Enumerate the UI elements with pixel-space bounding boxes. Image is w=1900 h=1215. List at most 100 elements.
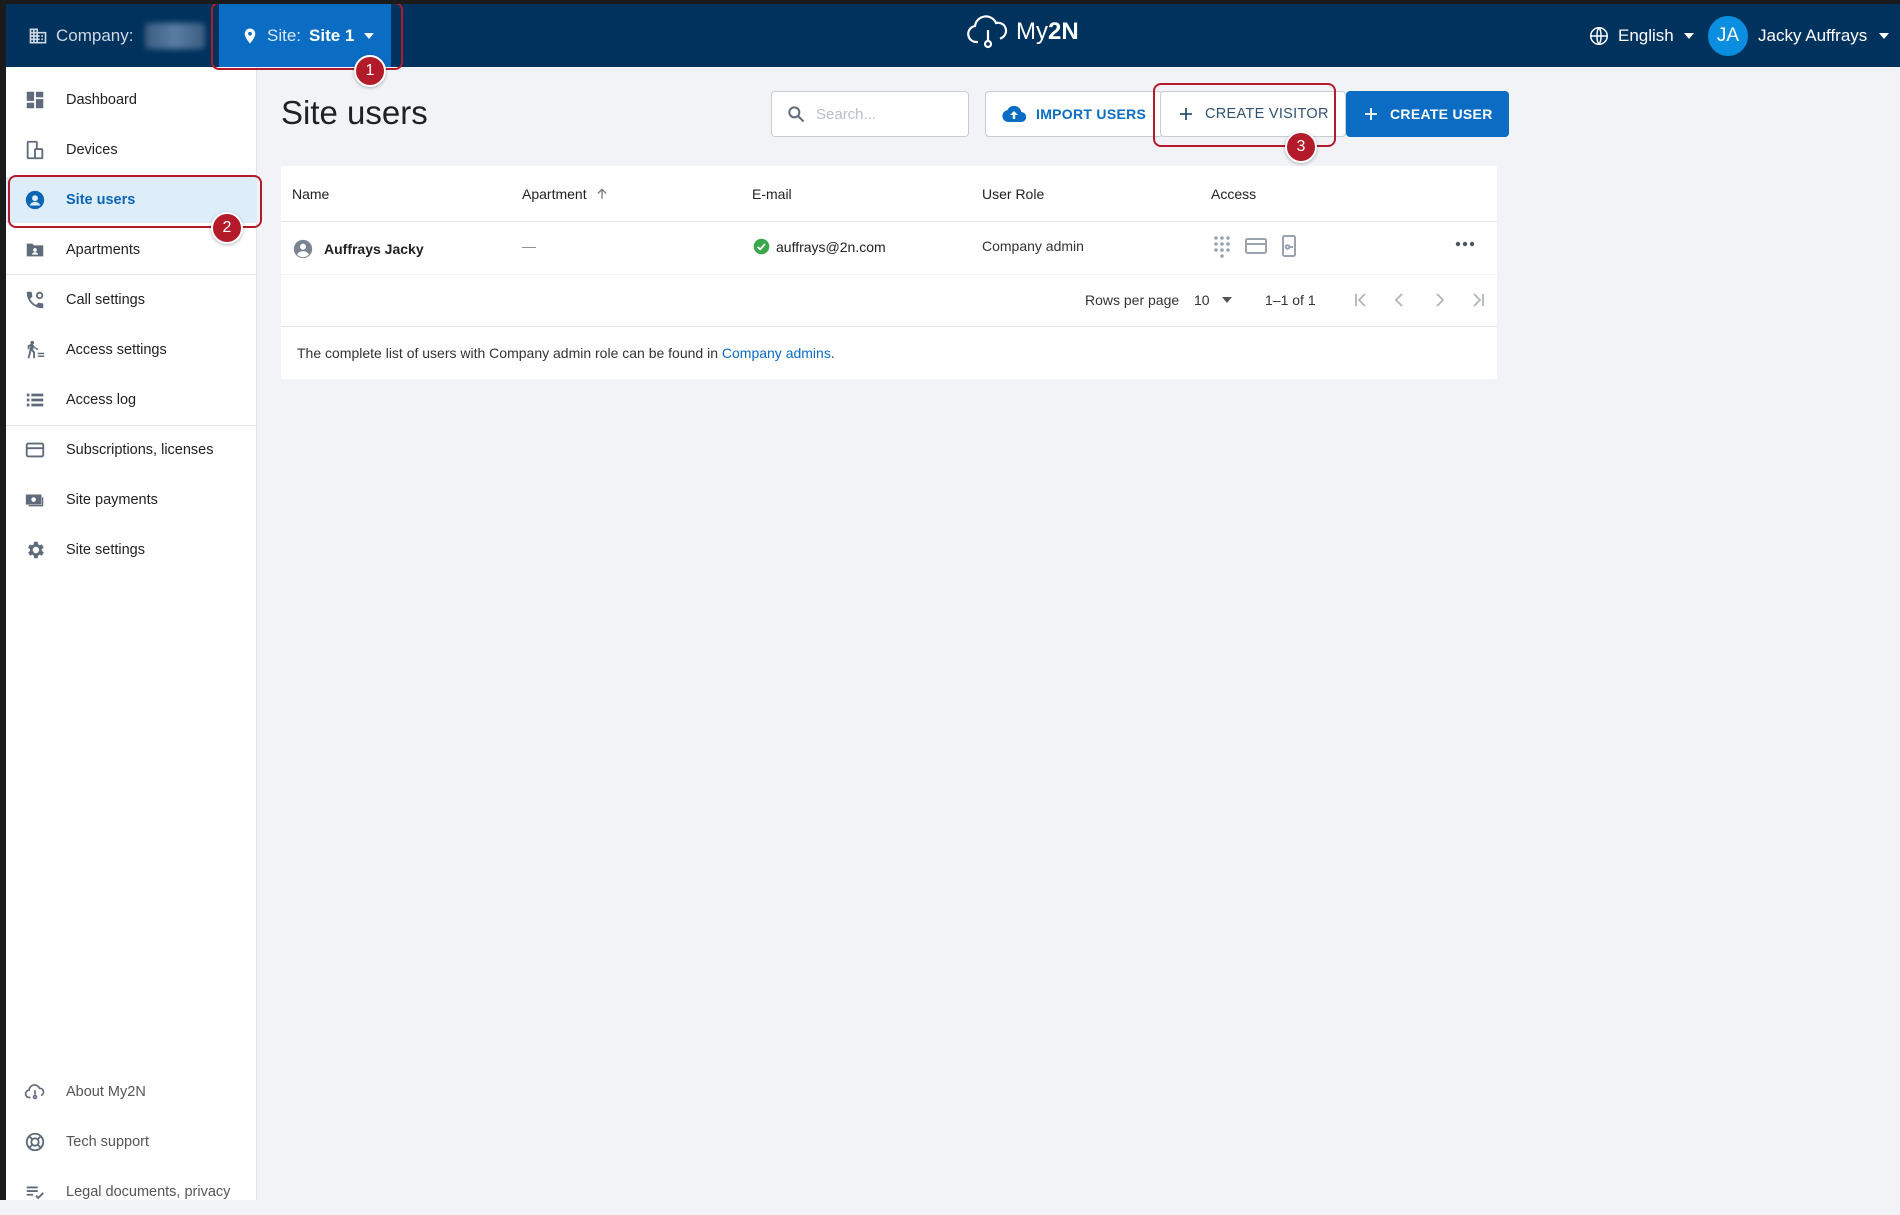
avatar: JA <box>1708 15 1748 56</box>
user-name: Jacky Auffrays <box>1758 25 1868 45</box>
sidebar-item-label: Call settings <box>66 292 145 308</box>
sidebar-divider <box>6 274 257 275</box>
create-user-button[interactable]: CREATE USER <box>1346 91 1509 137</box>
last-page-icon[interactable] <box>1466 288 1490 312</box>
sidebar-item-label: Site settings <box>66 542 145 558</box>
import-users-label: IMPORT USERS <box>1036 106 1147 122</box>
logo-text-2n: 2N <box>1048 18 1079 45</box>
annotation-badge-2: 2 <box>211 212 243 244</box>
sidebar-item-label: Site payments <box>66 492 158 508</box>
import-users-button[interactable]: IMPORT USERS <box>985 91 1164 137</box>
sidebar-item-label: Access settings <box>66 342 167 358</box>
column-header-access[interactable]: Access <box>1211 186 1256 202</box>
logo-text-my: My <box>1016 18 1048 45</box>
sidebar-item-devices[interactable]: Devices <box>6 127 257 173</box>
company-admins-link[interactable]: Company admins <box>722 345 831 361</box>
apartments-icon <box>26 243 44 257</box>
sidebar-item-label: Devices <box>66 142 118 158</box>
annotation-badge-1: 1 <box>354 55 386 87</box>
create-visitor-button[interactable]: CREATE VISITOR <box>1160 91 1346 137</box>
prev-page-icon[interactable] <box>1388 288 1412 312</box>
first-page-icon[interactable] <box>1349 288 1373 312</box>
column-header-apartment[interactable]: Apartment <box>522 186 609 202</box>
company-name-blurred <box>145 22 206 49</box>
keypad-icon <box>1214 236 1230 258</box>
sidebar-item-access-log[interactable]: Access log <box>6 377 257 423</box>
chevron-down-icon <box>1221 297 1232 303</box>
table-cell-name[interactable]: Auffrays Jacky <box>292 238 424 260</box>
site-value: Site 1 <box>309 25 355 45</box>
sidebar-item-site-payments[interactable]: Site payments <box>6 477 257 523</box>
chevron-down-icon <box>364 32 375 39</box>
site-label: Site: <box>267 25 302 45</box>
row-divider <box>281 274 1497 275</box>
create-visitor-label: CREATE VISITOR <box>1205 106 1329 122</box>
column-header-email[interactable]: E-mail <box>752 186 792 202</box>
pagination-range: 1–1 of 1 <box>1265 292 1316 308</box>
sidebar-item-dashboard[interactable]: Dashboard <box>6 77 257 123</box>
footnote-end: . <box>830 345 835 361</box>
location-pin-icon <box>244 28 256 43</box>
call-settings-icon <box>26 291 44 309</box>
gear-icon <box>28 541 44 559</box>
sidebar-item-label: Subscriptions, licenses <box>66 442 214 458</box>
column-header-apartment-label: Apartment <box>522 186 587 202</box>
site-payments-icon <box>25 494 44 507</box>
building-icon <box>29 28 47 43</box>
email-value: auffrays@2n.com <box>776 238 886 255</box>
devices-icon <box>26 140 44 160</box>
cloud-upload-icon <box>1002 105 1026 123</box>
rows-per-page-label: Rows per page <box>1085 292 1180 308</box>
company-admins-note: The complete list of users with Company … <box>297 345 835 361</box>
site-users-icon <box>25 190 45 210</box>
sidebar-item-label: Legal documents, privacy <box>66 1184 231 1200</box>
dashboard-icon <box>26 91 44 109</box>
next-page-icon[interactable] <box>1427 288 1451 312</box>
annotation-badge-3: 3 <box>1285 131 1317 163</box>
access-log-icon <box>26 393 44 407</box>
top-bar: Company: Site: Site 1 My2N English JA Ja… <box>6 4 1900 67</box>
more-horizontal-icon <box>1455 241 1475 247</box>
table-cell-apartment: — <box>522 238 536 254</box>
chevron-down-icon <box>1683 32 1694 39</box>
search-icon <box>788 106 805 123</box>
company-selector[interactable]: Company: <box>28 4 206 67</box>
sidebar-item-subscriptions[interactable]: Subscriptions, licenses <box>6 427 257 473</box>
subscriptions-icon <box>25 442 45 458</box>
verified-check-icon <box>753 238 770 255</box>
cloud-icon <box>24 1084 45 1100</box>
sidebar-item-access-settings[interactable]: Access settings <box>6 327 257 373</box>
sidebar-item-label: Access log <box>66 392 137 408</box>
sidebar-item-tech-support[interactable]: Tech support <box>6 1119 257 1165</box>
create-user-label: CREATE USER <box>1390 106 1493 122</box>
column-header-user-role[interactable]: User Role <box>982 186 1044 202</box>
mobile-key-icon <box>1282 235 1296 257</box>
search-box[interactable] <box>771 91 969 137</box>
header-divider <box>281 221 1497 222</box>
user-circle-icon <box>293 239 313 259</box>
sidebar-item-legal[interactable]: Legal documents, privacy <box>6 1169 257 1215</box>
rows-per-page-value: 10 <box>1194 292 1210 308</box>
users-table-card: Name Apartment E-mail User Role Access A… <box>281 166 1497 379</box>
sidebar-item-label: Apartments <box>66 242 141 258</box>
column-header-name[interactable]: Name <box>292 186 329 202</box>
footer-divider <box>281 326 1497 327</box>
sidebar-item-call-settings[interactable]: Call settings <box>6 277 257 323</box>
table-cell-user-role: Company admin <box>982 238 1084 254</box>
sort-arrow-up-icon <box>597 188 607 199</box>
sidebar-item-about[interactable]: About My2N <box>6 1069 257 1115</box>
sidebar-item-site-settings[interactable]: Site settings <box>6 527 257 573</box>
my2n-logo: My2N <box>966 14 1079 50</box>
rows-per-page-select[interactable]: 10 <box>1194 292 1232 308</box>
cloud-logo-icon <box>967 15 1008 49</box>
user-menu[interactable]: JA Jacky Auffrays <box>1708 4 1890 67</box>
search-input[interactable] <box>816 105 946 123</box>
row-actions-menu[interactable] <box>1453 232 1477 256</box>
user-name-cell: Auffrays Jacky <box>324 241 424 257</box>
sidebar-item-label: About My2N <box>66 1084 146 1100</box>
language-selector[interactable]: English <box>1588 4 1694 67</box>
globe-icon <box>1590 26 1608 45</box>
sidebar-divider <box>6 425 257 426</box>
page-title: Site users <box>281 94 428 131</box>
table-cell-email: auffrays@2n.com <box>753 238 886 255</box>
